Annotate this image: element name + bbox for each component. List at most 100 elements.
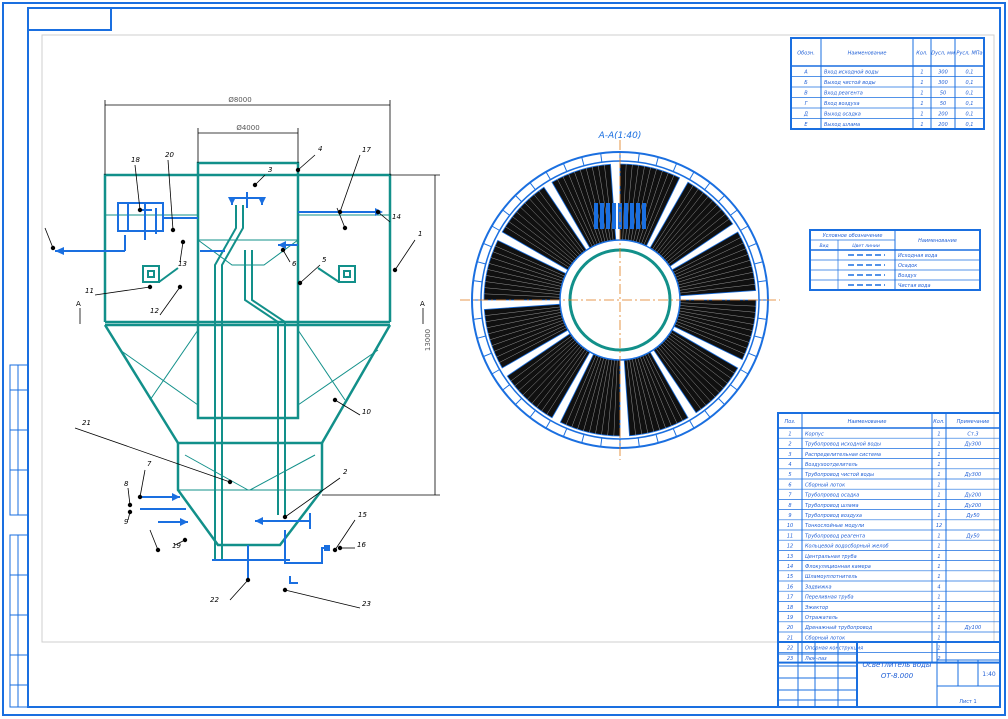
distributor-nozzle	[642, 203, 646, 229]
ring-tick	[672, 428, 678, 437]
leader-line	[94, 286, 151, 296]
table-cell: 1	[937, 472, 940, 478]
table-cell: Ду200	[964, 503, 981, 509]
table-cell: Вход воздуха	[824, 101, 860, 107]
table-cell: 2	[937, 656, 940, 662]
leader-dot	[180, 239, 186, 245]
table-cell: Д	[803, 112, 808, 118]
callout-label: 19	[172, 542, 181, 550]
table-cell: 1	[937, 564, 940, 570]
table-cell: 300	[938, 80, 948, 86]
table-cell: Е	[804, 122, 808, 128]
table-header: Наименование	[918, 238, 957, 244]
table-cell: 200	[938, 112, 948, 118]
ring-tick	[514, 397, 523, 406]
table-cell: 16	[787, 584, 793, 590]
table-cell: Флокуляционная камера	[805, 564, 871, 570]
ring-tick	[581, 434, 585, 444]
drawing-sheet: Ø8000 Ø4000 13000 А А 123456789101112131…	[2, 2, 1006, 716]
legend-table: Условное обозначение Наименование Вид Цвет …	[809, 229, 981, 291]
callout-label: 1	[418, 230, 422, 238]
table-cell: Трубопровод реагента	[805, 533, 865, 539]
leader-line	[284, 589, 361, 609]
leader-dot	[337, 545, 343, 551]
table-header: Примечание	[957, 419, 990, 425]
table-cell: 1	[937, 595, 940, 601]
table-cell: Осадок	[898, 263, 917, 269]
leader-dot	[332, 547, 338, 553]
leader-dot	[245, 577, 251, 583]
ring-tick	[748, 352, 757, 358]
table-cell: 1	[937, 635, 940, 641]
distributor-nozzle	[612, 203, 616, 229]
table-cell: Ду50	[965, 533, 979, 539]
ring-tick	[729, 209, 738, 216]
leader-dot	[147, 284, 153, 290]
table-cell: 19	[787, 615, 793, 621]
ring-tick	[545, 420, 551, 429]
leader-dot	[137, 207, 143, 213]
table-cell: Ду100	[964, 625, 981, 631]
table-cell: 23	[787, 656, 793, 662]
callout-label: 4	[318, 145, 322, 153]
table-cell: Выход шлама	[824, 122, 860, 128]
ring-tick	[491, 225, 500, 231]
table-cell: В	[804, 91, 808, 97]
table-cell: А	[803, 70, 808, 76]
table-cell: 15	[787, 574, 793, 580]
table-cell: Ду300	[964, 472, 981, 478]
ring-tick	[757, 280, 767, 283]
leader-line	[149, 529, 159, 551]
nozzle-table: Обозн. Наименование Кол. Dусл, мм Pусл, МПа А…	[790, 37, 985, 130]
leader-line	[74, 427, 231, 483]
table-cell: Г	[805, 101, 809, 107]
table-subheader: Вид	[819, 243, 828, 249]
leader-dot	[177, 284, 183, 290]
table-cell: Ду300	[964, 442, 981, 448]
leader-line	[394, 239, 416, 271]
table-cell: 20	[787, 625, 793, 631]
ring-tick	[476, 335, 486, 339]
ring-tick	[637, 153, 640, 163]
ring-tick	[483, 352, 492, 358]
callout-label: 21	[82, 419, 91, 427]
table-cell: Сборный лоток	[805, 482, 845, 488]
ring-tick	[672, 163, 678, 172]
ring-tick	[704, 409, 711, 418]
section-marker-left: А	[76, 300, 81, 308]
ring-tick	[529, 182, 536, 191]
table-cell: 1	[920, 122, 923, 128]
table-cell: Трубопровод чистой воды	[805, 472, 874, 478]
table-header: Обозн.	[797, 51, 815, 57]
table-cell: 0,1	[966, 112, 974, 118]
table-cell: 1	[937, 554, 940, 560]
distributor-nozzle	[600, 203, 604, 229]
callout-label: 23	[362, 600, 371, 608]
table-header: Поз.	[784, 419, 795, 425]
table-cell: 14	[787, 564, 793, 570]
table-cell: Дренажный трубопровод	[804, 625, 873, 631]
table-cell: 3	[788, 452, 791, 458]
leader-dot	[127, 509, 133, 515]
leader-line	[167, 159, 174, 231]
table-cell: 8	[788, 503, 791, 509]
ring-tick	[529, 409, 536, 418]
table-cell: Исходная вода	[898, 253, 937, 259]
table-cell: 6	[788, 482, 791, 488]
table-cell: Вход исходной воды	[824, 70, 879, 76]
leader-dot	[170, 227, 176, 233]
distributor-nozzle	[594, 203, 598, 229]
leader-dot	[282, 587, 288, 593]
ring-tick	[600, 437, 603, 447]
ring-tick	[757, 317, 767, 320]
section-aa-view	[460, 140, 780, 460]
title-block-code: ОТ-8.000	[881, 672, 914, 680]
leader-dot	[375, 209, 381, 215]
leader-line	[127, 487, 131, 506]
ring-tick	[600, 153, 603, 163]
table-cell: 1	[937, 574, 940, 580]
dimension-center-tube-width: Ø4000	[236, 124, 259, 132]
table-header: Наименование	[848, 51, 887, 57]
table-cell: Отражатель	[805, 615, 838, 621]
title-block-sheet: Лист 1	[959, 699, 976, 705]
